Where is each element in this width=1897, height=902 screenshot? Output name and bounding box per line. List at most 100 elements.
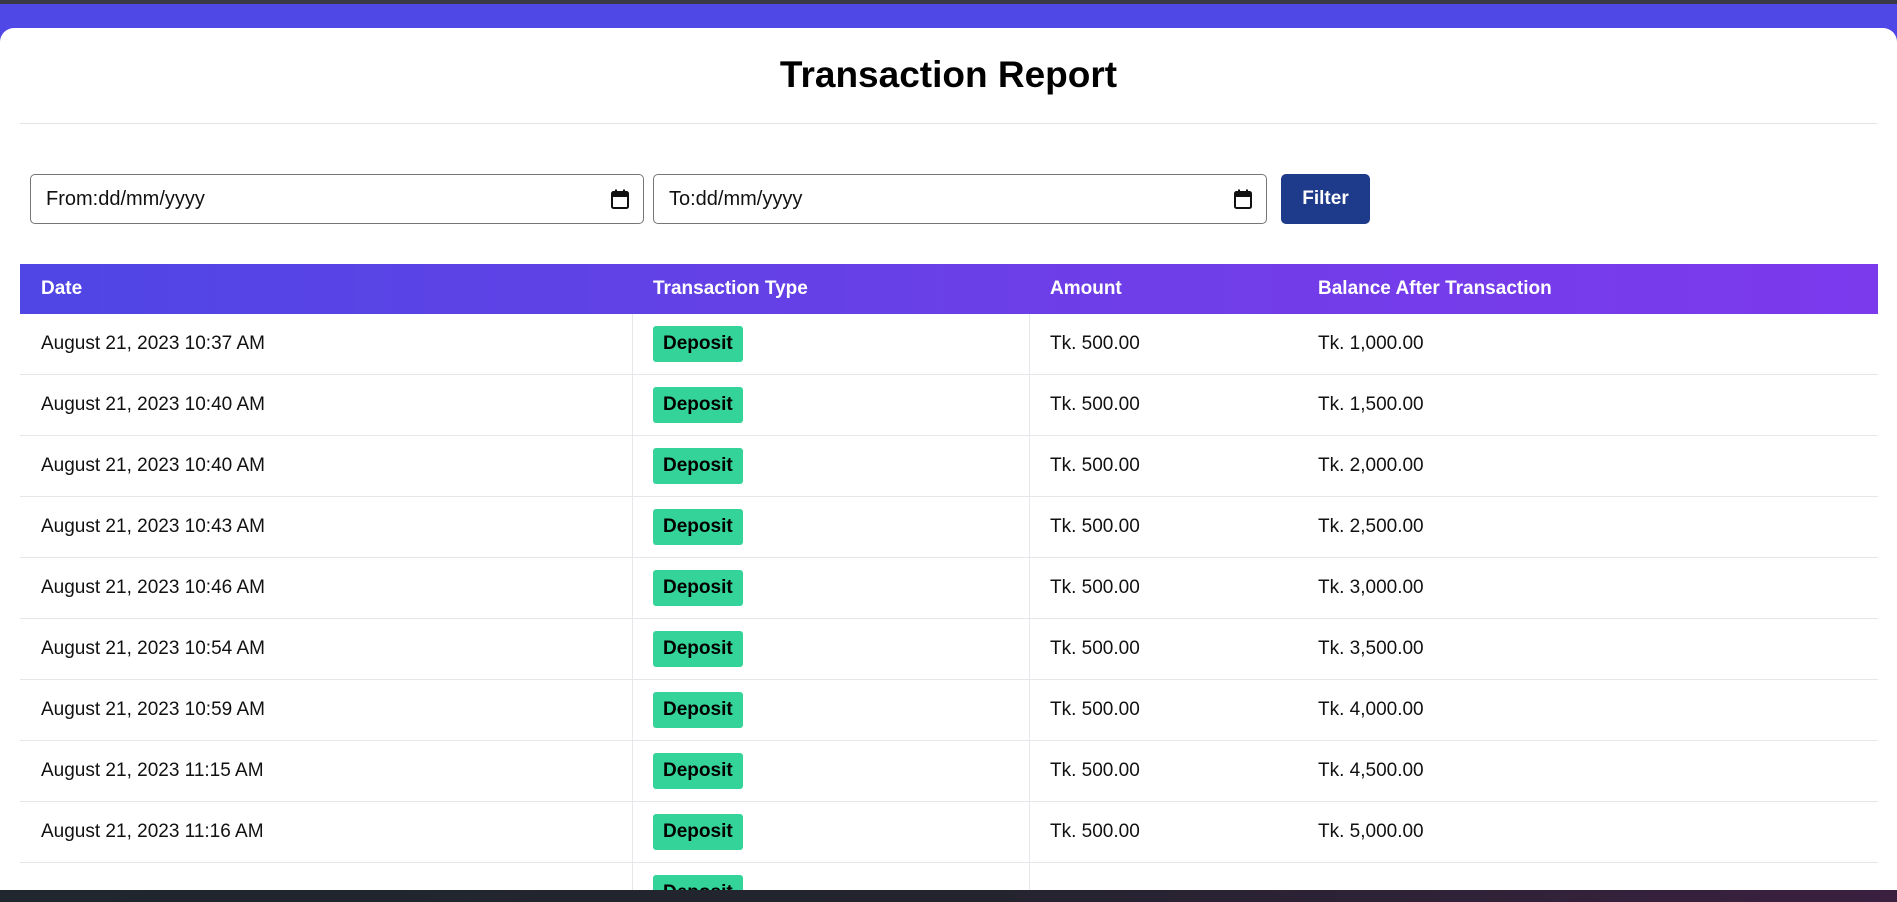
cell-date: August 21, 2023 10:59 AM — [20, 680, 633, 740]
date-text: August 21, 2023 11:15 AM — [41, 760, 264, 781]
cell-balance: Tk. 4,500.00 — [1318, 741, 1878, 801]
table-row: Deposit — [20, 863, 1878, 890]
cell-balance: Tk. 4,000.00 — [1318, 680, 1878, 740]
table-row: August 21, 2023 10:46 AM Deposit Tk. 500.0… — [20, 558, 1878, 619]
amount-text: Tk. 500.00 — [1050, 455, 1140, 476]
table-body: August 21, 2023 10:37 AM Deposit Tk. 500.0… — [20, 314, 1878, 890]
cell-balance: Tk. 1,000.00 — [1318, 314, 1878, 374]
amount-text: Tk. 500.00 — [1050, 699, 1140, 720]
table-header: Date Transaction Type Amount Balance Aft… — [20, 264, 1878, 314]
cell-date: August 21, 2023 10:37 AM — [20, 314, 633, 374]
cell-balance: Tk. 3,500.00 — [1318, 619, 1878, 679]
deposit-badge: Deposit — [653, 753, 743, 789]
cell-date: August 21, 2023 11:16 AM — [20, 802, 633, 862]
cell-balance — [1318, 863, 1878, 890]
balance-text: Tk. 4,500.00 — [1318, 760, 1424, 781]
table-row: August 21, 2023 10:54 AM Deposit Tk. 500.0… — [20, 619, 1878, 680]
deposit-badge: Deposit — [653, 631, 743, 667]
cell-date: August 21, 2023 11:15 AM — [20, 741, 633, 801]
cell-date: August 21, 2023 10:40 AM — [20, 436, 633, 496]
balance-text: Tk. 4,000.00 — [1318, 699, 1424, 720]
transactions-table: Date Transaction Type Amount Balance Aft… — [20, 264, 1878, 890]
header-amount: Amount — [1050, 278, 1122, 299]
balance-text: Tk. 2,500.00 — [1318, 516, 1424, 537]
deposit-badge: Deposit — [653, 448, 743, 484]
cell-amount: Tk. 500.00 — [1030, 741, 1318, 801]
cell-amount: Tk. 500.00 — [1030, 314, 1318, 374]
balance-text: Tk. 3,500.00 — [1318, 638, 1424, 659]
deposit-badge: Deposit — [653, 875, 743, 890]
cell-amount: Tk. 500.00 — [1030, 558, 1318, 618]
table-row: August 21, 2023 10:43 AM Deposit Tk. 500.0… — [20, 497, 1878, 558]
cell-balance: Tk. 3,000.00 — [1318, 558, 1878, 618]
report-card: Transaction Report From:dd/mm/yyyy To:dd… — [0, 28, 1897, 890]
cell-type: Deposit — [633, 619, 1030, 679]
cell-type: Deposit — [633, 497, 1030, 557]
deposit-badge: Deposit — [653, 326, 743, 362]
cell-balance: Tk. 1,500.00 — [1318, 375, 1878, 435]
cell-date: August 21, 2023 10:46 AM — [20, 558, 633, 618]
cell-type: Deposit — [633, 741, 1030, 801]
page-title: Transaction Report — [779, 54, 1118, 95]
balance-text: Tk. 5,000.00 — [1318, 821, 1424, 842]
calendar-icon[interactable] — [611, 189, 629, 209]
balance-text: Tk. 1,000.00 — [1318, 333, 1424, 354]
date-text: August 21, 2023 10:40 AM — [41, 455, 265, 476]
date-text: August 21, 2023 10:43 AM — [41, 516, 265, 537]
date-text: August 21, 2023 10:40 AM — [41, 394, 265, 415]
cell-balance: Tk. 5,000.00 — [1318, 802, 1878, 862]
deposit-badge: Deposit — [653, 387, 743, 423]
header-date: Date — [41, 278, 83, 299]
filter-button[interactable]: Filter — [1281, 174, 1370, 224]
amount-text: Tk. 500.00 — [1050, 394, 1140, 415]
deposit-badge: Deposit — [653, 692, 743, 728]
cell-date: August 21, 2023 10:40 AM — [20, 375, 633, 435]
to-date-text: To:dd/mm/yyyy — [669, 187, 803, 210]
cell-balance: Tk. 2,000.00 — [1318, 436, 1878, 496]
header-balance: Balance After Transaction — [1318, 278, 1552, 299]
to-date-input[interactable]: To:dd/mm/yyyy — [653, 174, 1267, 224]
table-row: August 21, 2023 10:59 AM Deposit Tk. 500.0… — [20, 680, 1878, 741]
header-transaction-type: Transaction Type — [653, 278, 808, 299]
cell-date: August 21, 2023 10:43 AM — [20, 497, 633, 557]
title-divider — [20, 123, 1877, 124]
balance-text: Tk. 2,000.00 — [1318, 455, 1424, 476]
amount-text: Tk. 500.00 — [1050, 516, 1140, 537]
table-row: August 21, 2023 11:15 AM Deposit Tk. 500.0… — [20, 741, 1878, 802]
amount-text: Tk. 500.00 — [1050, 760, 1140, 781]
from-date-input[interactable]: From:dd/mm/yyyy — [30, 174, 644, 224]
table-row: August 21, 2023 10:40 AM Deposit Tk. 500.0… — [20, 436, 1878, 497]
cell-type: Deposit — [633, 436, 1030, 496]
table-row: August 21, 2023 10:37 AM Deposit Tk. 500.0… — [20, 314, 1878, 375]
cell-type: Deposit — [633, 863, 1030, 890]
taskbar — [0, 890, 1897, 902]
cell-type: Deposit — [633, 314, 1030, 374]
page-background — [0, 4, 1897, 30]
balance-text: Tk. 1,500.00 — [1318, 394, 1424, 415]
table-row: August 21, 2023 10:40 AM Deposit Tk. 500.0… — [20, 375, 1878, 436]
cell-date — [20, 863, 633, 890]
calendar-icon[interactable] — [1234, 189, 1252, 209]
cell-amount: Tk. 500.00 — [1030, 619, 1318, 679]
date-text: August 21, 2023 10:54 AM — [41, 638, 265, 659]
deposit-badge: Deposit — [653, 814, 743, 850]
cell-type: Deposit — [633, 558, 1030, 618]
amount-text: Tk. 500.00 — [1050, 333, 1140, 354]
cell-date: August 21, 2023 10:54 AM — [20, 619, 633, 679]
date-text: August 21, 2023 10:37 AM — [41, 333, 265, 354]
table-row: August 21, 2023 11:16 AM Deposit Tk. 500.0… — [20, 802, 1878, 863]
deposit-badge: Deposit — [653, 509, 743, 545]
cell-amount — [1030, 863, 1318, 890]
deposit-badge: Deposit — [653, 570, 743, 606]
cell-amount: Tk. 500.00 — [1030, 375, 1318, 435]
cell-amount: Tk. 500.00 — [1030, 436, 1318, 496]
cell-balance: Tk. 2,500.00 — [1318, 497, 1878, 557]
date-text: August 21, 2023 11:16 AM — [41, 821, 264, 842]
cell-amount: Tk. 500.00 — [1030, 802, 1318, 862]
amount-text: Tk. 500.00 — [1050, 638, 1140, 659]
cell-amount: Tk. 500.00 — [1030, 680, 1318, 740]
cell-amount: Tk. 500.00 — [1030, 497, 1318, 557]
date-text: August 21, 2023 10:59 AM — [41, 699, 265, 720]
balance-text: Tk. 3,000.00 — [1318, 577, 1424, 598]
cell-type: Deposit — [633, 680, 1030, 740]
